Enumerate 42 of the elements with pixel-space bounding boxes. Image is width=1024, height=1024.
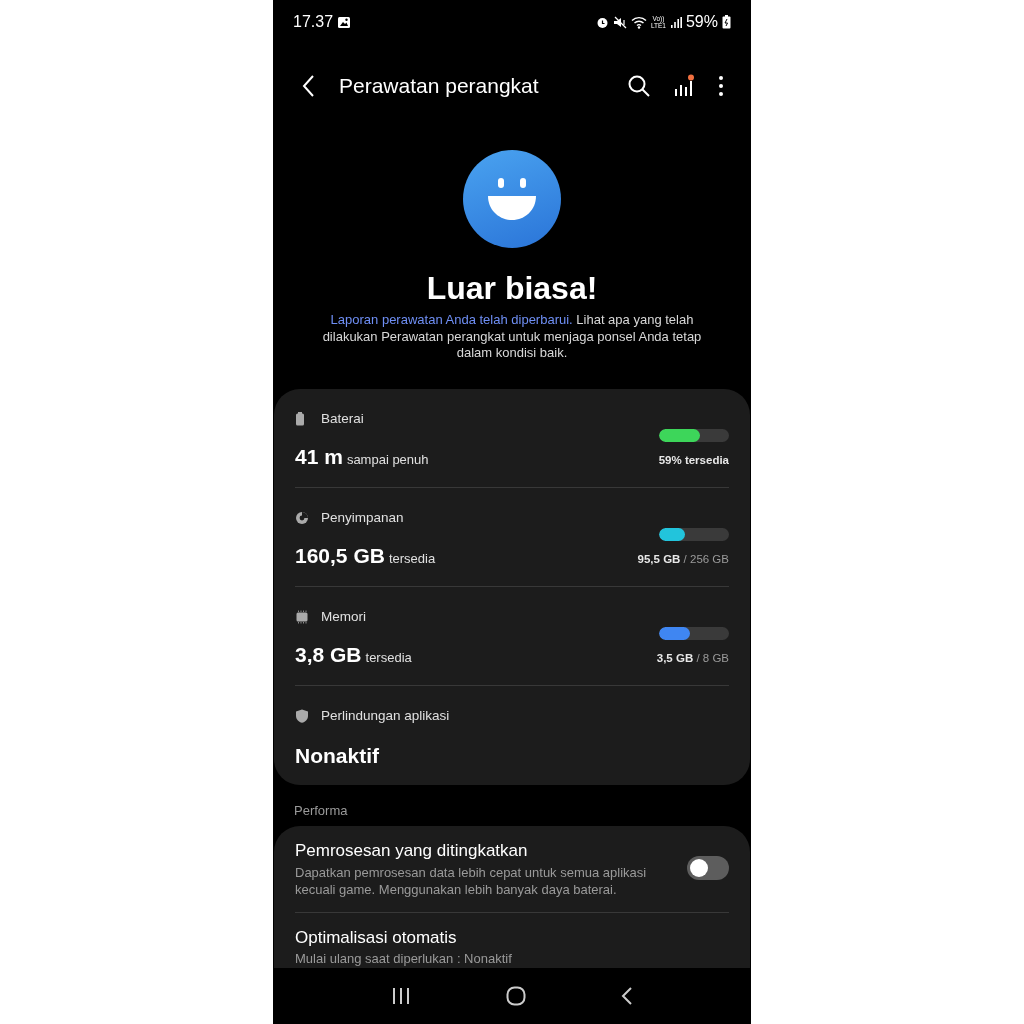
setting-title: Optimalisasi otomatis [295,926,458,949]
pie-chart-icon [295,510,309,525]
chip-icon [295,609,309,624]
item-reading: 95,5 GB / 256 GB [637,551,729,567]
item-value: 41 m [295,443,343,470]
item-unit: tersedia [365,648,412,667]
mute-icon [612,15,627,29]
back-button[interactable] [301,74,315,98]
item-reading: 3,5 GB / 8 GB [656,650,729,666]
image-icon [337,15,352,29]
report-message: Laporan perawatan Anda telah diperbarui. Lihat apa yang telah dilakukan Perawatan perangkat untuk menjaga ponsel Anda tetap dalam kondisi baik. [321,312,703,362]
report-button[interactable] [673,74,695,98]
setting-description: Mulai ulang saat diperlukan : Nonaktif [295,950,513,967]
item-value: 3,8 GB [295,641,362,668]
item-label: Perlindungan aplikasi [321,706,450,725]
clock-text: 17.37 [293,12,334,32]
item-label: Memori [321,607,366,626]
setting-description: Dapatkan pemrosesan data lebih cepat untuk semua aplikasi kecuali game. Menggunakan lebih banyak daya baterai. [295,863,648,898]
alarm-icon [595,15,609,29]
more-button[interactable] [717,75,725,97]
headline: Luar biasa! [425,272,599,304]
shield-icon [295,708,309,723]
toggle-switch[interactable] [687,855,729,880]
battery-icon [722,15,731,29]
setting-title: Pemrosesan yang ditingkatkan [295,840,529,862]
item-value: 160,5 GB [295,542,385,569]
item-label: Baterai [321,409,364,428]
back-nav-button[interactable] [621,986,634,1006]
battery-text: 59% [685,12,718,32]
report-link[interactable]: Laporan perawatan Anda telah diperbarui. [330,312,573,327]
section-heading: Performa [293,801,349,820]
item-reading: 59% tersedia [658,452,729,468]
screen-title: Perawatan perangkat [339,73,539,100]
signal-icon [669,15,682,29]
home-button[interactable] [506,986,526,1006]
wifi-icon [630,15,647,29]
item-value: Nonaktif [295,742,379,769]
item-unit: tersedia [388,549,436,568]
recents-button[interactable] [390,987,411,1005]
search-button[interactable] [627,74,651,98]
item-unit: sampai penuh [346,450,429,469]
item-label: Penyimpanan [321,508,404,527]
